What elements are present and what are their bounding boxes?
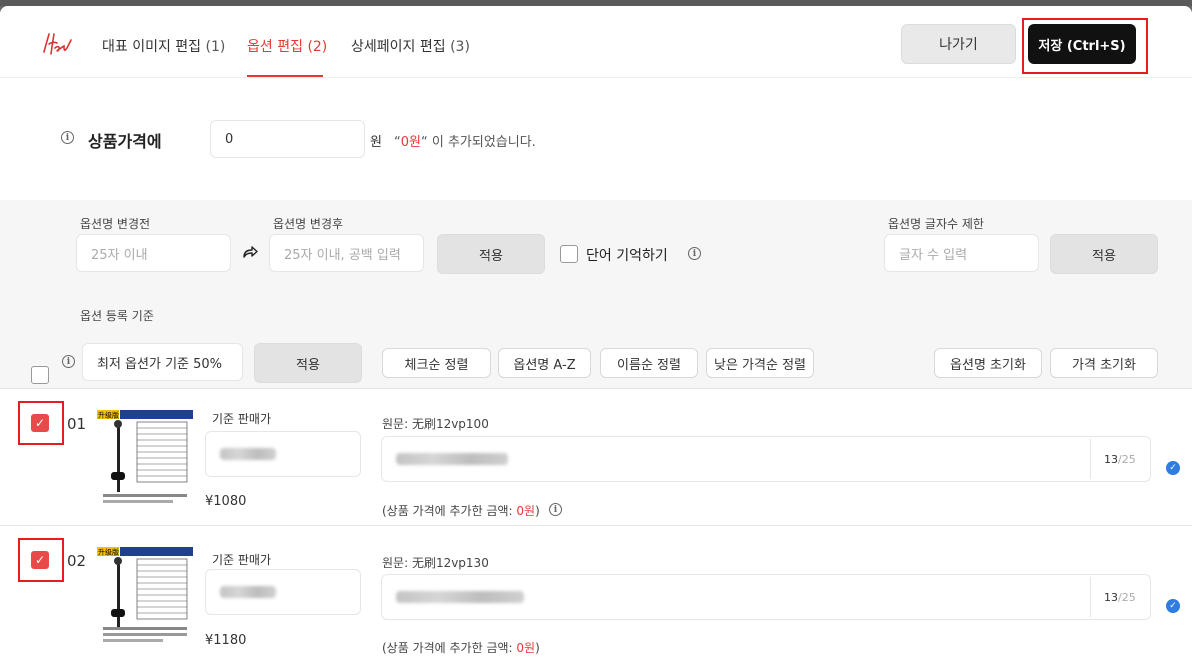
char-count: 13: [1104, 453, 1118, 466]
info-icon[interactable]: i: [61, 131, 74, 144]
option-price: ¥1180: [205, 633, 247, 648]
option-row: ✓ 01 升级版 기준 판매가 ¥1080 원문: 无刷12vp100 13/2…: [0, 388, 1192, 525]
added-amount-prefix: (상품 가격에 추가한 금액:: [382, 641, 517, 655]
rename-after-label: 옵션명 변경후: [273, 217, 344, 231]
active-tab-indicator: [247, 75, 323, 77]
register-info-icon[interactable]: i: [62, 355, 75, 368]
blurred-option-name: [396, 453, 508, 465]
option-name-input[interactable]: [381, 436, 1151, 482]
char-counter: 13/25: [1104, 453, 1136, 466]
tab-main-image-count: (1): [205, 39, 226, 55]
tab-option-edit-label: 옵션 편집: [247, 39, 303, 55]
tab-detail-page[interactable]: 상세페이지 편집 (3): [351, 36, 470, 56]
option-thumbnail: 升级版: [97, 410, 193, 506]
char-max: /25: [1118, 453, 1136, 466]
product-image: 升级版: [97, 547, 193, 643]
added-amount-value: 0원: [516, 504, 536, 518]
tab-main-image-label: 대표 이미지 편집: [102, 39, 202, 55]
remember-info-icon[interactable]: i: [688, 247, 701, 260]
option-number: 02: [67, 552, 87, 570]
added-amount-info-icon[interactable]: i: [549, 503, 562, 516]
tab-option-edit[interactable]: 옵션 편집 (2): [247, 36, 327, 56]
base-price-label: 기준 판매가: [212, 412, 272, 426]
reset-prices-button[interactable]: 가격 초기화: [1050, 348, 1158, 378]
rename-before-input[interactable]: 25자 이내: [76, 234, 231, 272]
char-max: /25: [1118, 591, 1136, 604]
char-count: 13: [1104, 591, 1118, 604]
counter-divider: [1090, 577, 1091, 617]
price-note-prefix: “: [394, 135, 401, 150]
rename-apply-button[interactable]: 적용: [437, 234, 545, 274]
name-limit-apply-button[interactable]: 적용: [1050, 234, 1158, 274]
remember-words-label: 단어 기억하기: [586, 248, 668, 264]
sort-by-name-button[interactable]: 이름순 정렬: [600, 348, 698, 378]
reset-option-names-button[interactable]: 옵션명 초기화: [934, 348, 1042, 378]
option-original-name: 원문: 无刷12vp130: [382, 556, 489, 570]
option-name-input[interactable]: [381, 574, 1151, 620]
sort-by-low-price-button[interactable]: 낮은 가격순 정렬: [706, 348, 814, 378]
thumb-tag: 升级版: [98, 411, 119, 420]
tab-detail-page-label: 상세페이지 편집: [351, 39, 446, 55]
name-limit-label: 옵션명 글자수 제한: [888, 217, 984, 231]
exit-button[interactable]: 나가기: [901, 24, 1016, 64]
added-amount-suffix: ): [535, 504, 540, 518]
option-edit-modal: 대표 이미지 편집 (1) 옵션 편집 (2) 상세페이지 편집 (3) 나가기…: [0, 6, 1192, 657]
modal-header: 대표 이미지 편집 (1) 옵션 편집 (2) 상세페이지 편집 (3) 나가기…: [0, 6, 1192, 78]
brand-logo: [43, 33, 72, 55]
added-amount-note: (상품 가격에 추가한 금액: 0원): [382, 639, 540, 656]
price-adjust-row: i 상품가격에 0 원 “0원“ 이 추가되었습니다.: [0, 78, 1192, 200]
option-checkbox-checked[interactable]: ✓: [31, 414, 49, 432]
added-amount-value: 0원: [516, 641, 536, 655]
option-original-name: 원문: 无刷12vp100: [382, 417, 489, 431]
save-button[interactable]: 저장 (Ctrl+S): [1028, 24, 1136, 64]
added-amount-prefix: (상품 가격에 추가한 금액:: [382, 504, 517, 518]
price-add-input[interactable]: 0: [210, 120, 365, 158]
char-counter: 13/25: [1104, 591, 1136, 604]
tab-main-image[interactable]: 대표 이미지 편집 (1): [102, 36, 225, 56]
share-arrow-icon: [243, 246, 258, 258]
counter-divider: [1090, 439, 1091, 479]
sort-by-check-button[interactable]: 체크순 정렬: [382, 348, 491, 378]
price-note-amount: 0원: [400, 135, 421, 150]
valid-check-icon: ✓: [1166, 599, 1180, 613]
base-price-input[interactable]: [205, 431, 361, 477]
register-basis-label: 옵션 등록 기준: [80, 309, 154, 323]
price-note-suffix: “ 이 추가되었습니다.: [420, 135, 536, 150]
rename-after-input[interactable]: 25자 이내, 공백 입력: [269, 234, 424, 272]
select-all-checkbox[interactable]: [31, 366, 49, 384]
option-thumbnail: 升级版: [97, 547, 193, 643]
blurred-price-value: [220, 448, 276, 460]
blurred-option-name: [396, 591, 524, 603]
rename-before-label: 옵션명 변경전: [80, 217, 151, 231]
added-amount-note: (상품 가격에 추가한 금액: 0원): [382, 502, 540, 519]
base-price-label: 기준 판매가: [212, 553, 272, 567]
tab-option-edit-count: (2): [307, 39, 328, 55]
name-limit-input[interactable]: 글자 수 입력: [884, 234, 1039, 272]
blurred-price-value: [220, 586, 276, 598]
thumb-tag: 升级版: [98, 548, 119, 557]
added-amount-suffix: ): [535, 641, 540, 655]
register-apply-button[interactable]: 적용: [254, 343, 362, 383]
price-label: 상품가격에: [88, 132, 162, 151]
option-checkbox-checked[interactable]: ✓: [31, 551, 49, 569]
option-row: ✓ 02 升级版 기준 판매가 ¥1180 원문: 无刷12vp130 13/2…: [0, 525, 1192, 657]
sort-by-name-az-button[interactable]: 옵션명 A-Z: [498, 348, 591, 378]
valid-check-icon: ✓: [1166, 461, 1180, 475]
product-image: 升级版: [97, 410, 193, 506]
tab-detail-page-count: (3): [450, 39, 470, 55]
option-number: 01: [67, 415, 87, 433]
remember-words-checkbox[interactable]: [560, 245, 578, 263]
base-price-input[interactable]: [205, 569, 361, 615]
price-unit: 원: [370, 135, 382, 150]
price-note: “0원“ 이 추가되었습니다.: [394, 131, 536, 150]
register-basis-input[interactable]: 최저 옵션가 기준 50%: [82, 343, 243, 381]
option-price: ¥1080: [205, 494, 247, 509]
